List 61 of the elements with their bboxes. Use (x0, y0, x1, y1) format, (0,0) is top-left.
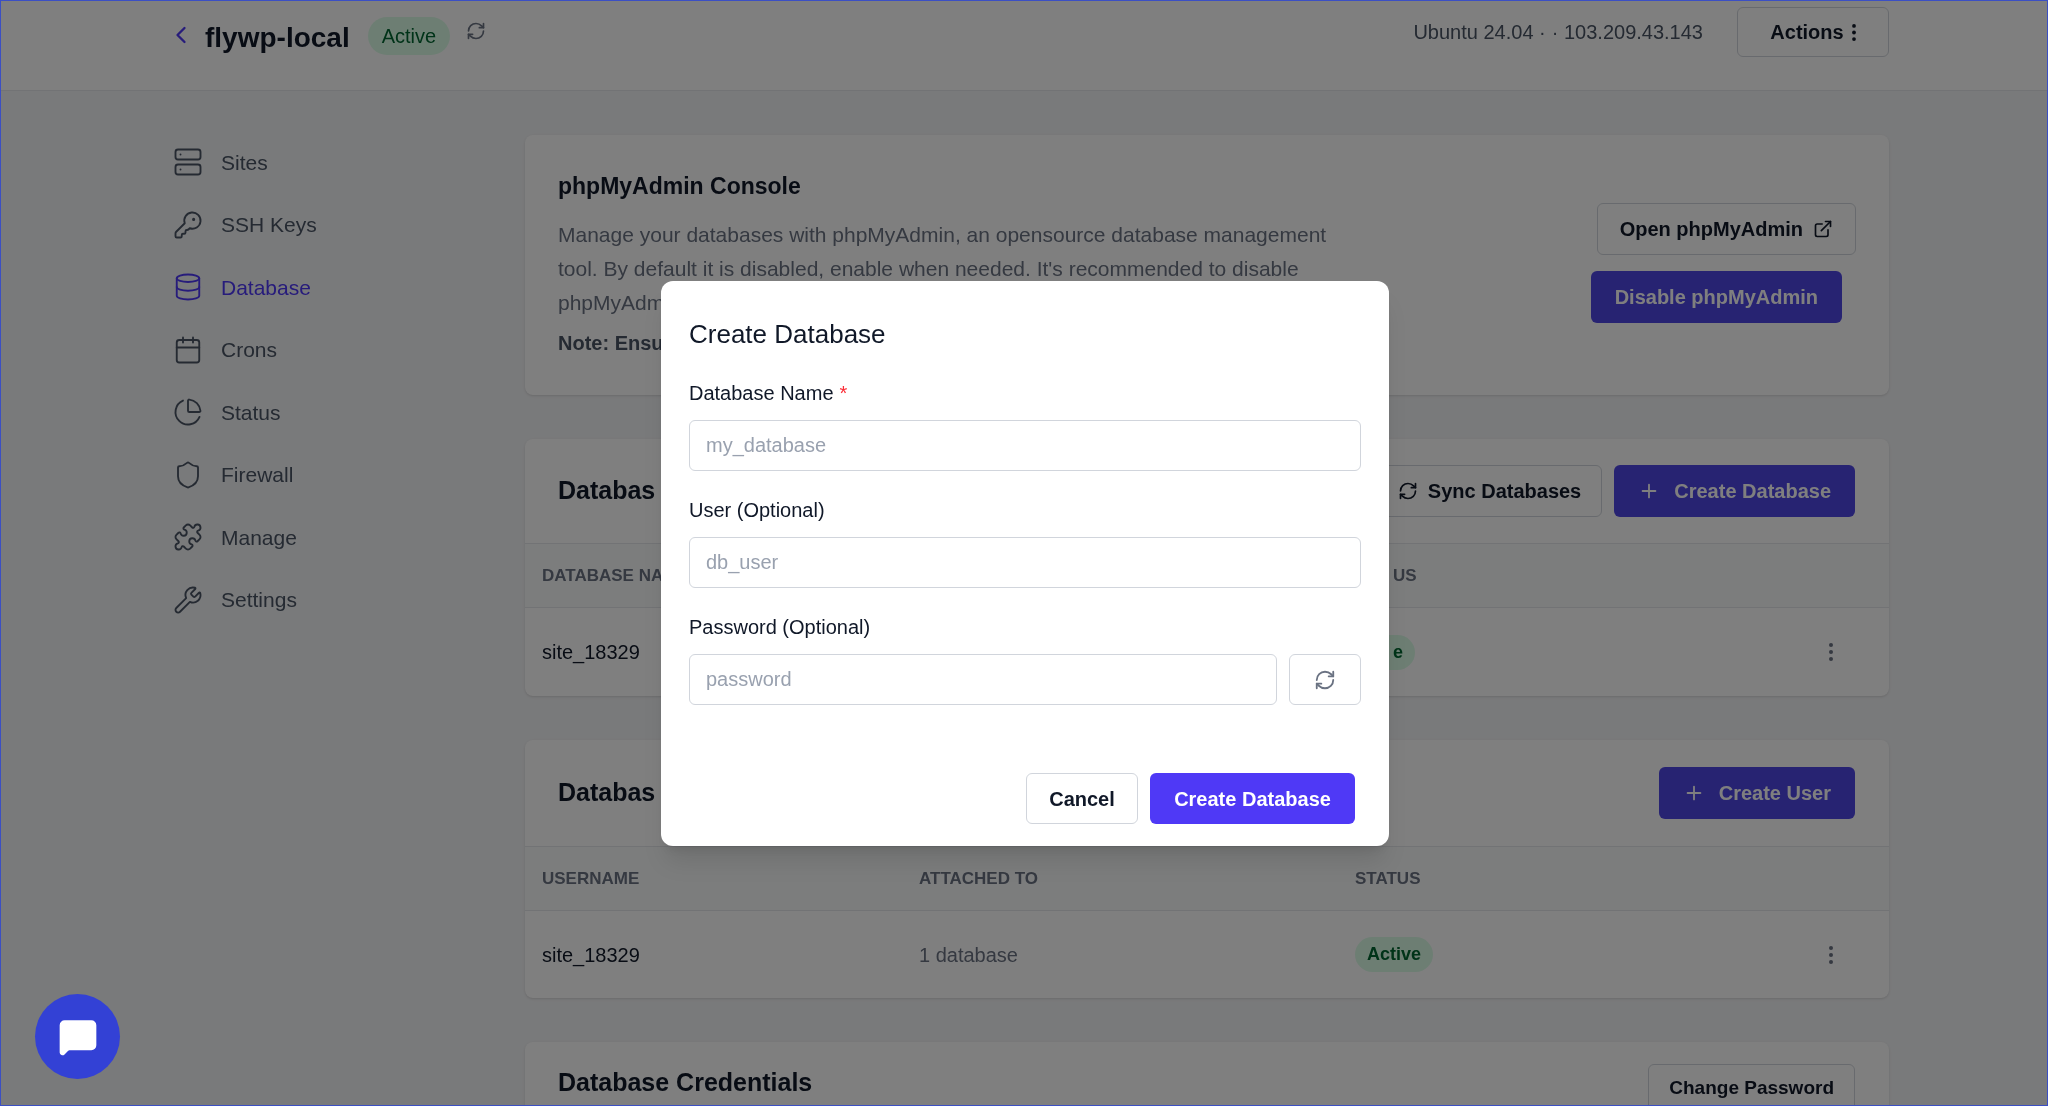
sidebar-item[interactable]: Firewall (173, 443, 525, 506)
pie-chart-icon (173, 397, 203, 428)
card-title: Databas (558, 777, 656, 809)
server-os: Ubuntu 24.04 · (1413, 20, 1546, 45)
sidebar-item[interactable]: Settings (173, 568, 525, 631)
column-header: STATUS (1355, 867, 1421, 890)
sidebar-item[interactable]: Crons (173, 318, 525, 381)
open-phpmyadmin-button[interactable]: Open phpMyAdmin (1596, 203, 1856, 255)
create-database-button[interactable]: Create Database (1614, 465, 1855, 517)
table-cell-text: site_18329 (542, 640, 640, 666)
status-badge: Active (1355, 937, 1434, 972)
sidebar-item[interactable]: SSH Keys (173, 193, 525, 256)
server-ip: · 103.209.43.143 (1551, 20, 1703, 45)
field-label: User (Optional) (689, 498, 825, 523)
create-user-button[interactable]: Create User (1658, 767, 1855, 819)
server-icon (173, 147, 203, 178)
card-title: Databas (558, 475, 656, 507)
sidebar-item[interactable]: Status (173, 381, 525, 444)
sidebar-item[interactable]: Manage (173, 506, 525, 569)
table-cell-text: site_18329 (542, 942, 640, 969)
wrench-icon (173, 584, 203, 615)
change-password-button[interactable]: Change Password (1648, 1064, 1855, 1105)
sidebar-item[interactable]: Sites (173, 131, 525, 194)
card-title: phpMyAdmin Console (558, 172, 802, 201)
sidebar-item[interactable]: Database (173, 256, 525, 319)
description-line: tool. By default it is disabled, enable when needed. It's recommended to disable (558, 255, 1299, 282)
description-line: Manage your databases with phpMyAdmin, an opensource database management (558, 221, 1327, 248)
more-options-icon[interactable] (1829, 643, 1833, 661)
input-field[interactable]: my_database (689, 420, 1361, 471)
required-mark: * (839, 381, 848, 406)
input-field[interactable]: db_user (689, 537, 1361, 588)
refresh-icon (1314, 668, 1336, 691)
table-cell-text: 1 database (919, 942, 1018, 968)
field-label: Database Name (689, 381, 834, 406)
column-header: ATTACHED TO (919, 867, 1038, 890)
note-text: Note: Ensu (558, 330, 664, 356)
cancel-button[interactable]: Cancel (1026, 773, 1138, 824)
description-line: phpMyAdm (558, 289, 665, 316)
calendar-icon (173, 334, 203, 365)
server-title: flywp-local (205, 21, 350, 55)
dialog-title: Create Database (689, 318, 886, 351)
more-icon (1851, 23, 1856, 41)
sync-icon (1397, 481, 1418, 501)
card-title: Database Credentials (558, 1067, 813, 1098)
actions-button[interactable]: Actions (1737, 7, 1889, 57)
status-badge: e (1389, 634, 1415, 670)
puzzle-icon (173, 522, 203, 553)
database-icon (173, 272, 203, 303)
field-label: Password (Optional) (689, 615, 871, 640)
column-header: DATABASE NA (542, 564, 664, 587)
status-badge: Active (367, 17, 451, 55)
external-link-icon (1813, 219, 1833, 239)
refresh-icon[interactable] (466, 21, 487, 41)
key-icon (173, 209, 203, 240)
more-options-icon[interactable] (1829, 945, 1833, 964)
generate-password-button[interactable] (1289, 654, 1361, 705)
column-header: USERNAME (542, 867, 640, 890)
input-field[interactable]: password (689, 654, 1277, 705)
column-header: US (1393, 564, 1417, 587)
disable-phpmyadmin-button[interactable]: Disable phpMyAdmin (1590, 271, 1842, 323)
create-database-button[interactable]: Create Database (1150, 773, 1355, 824)
